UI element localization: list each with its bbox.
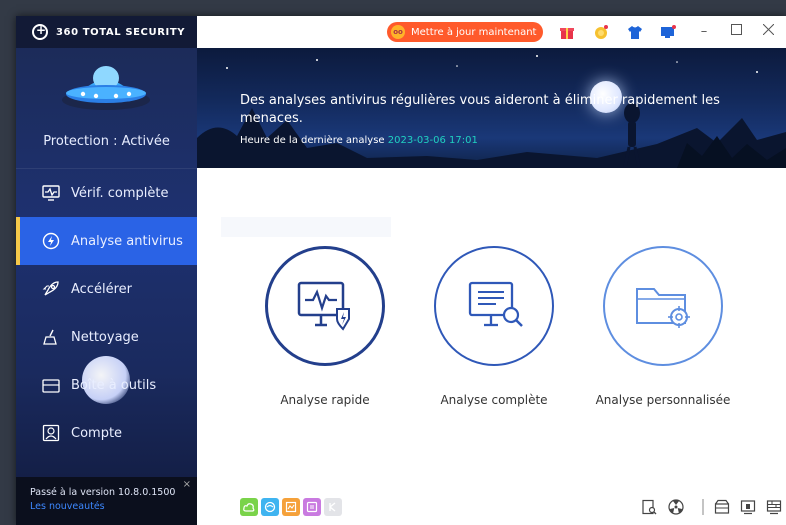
banner-message: Des analyses antivirus régulières vous a…: [240, 93, 720, 126]
custom-scan-button[interactable]: [603, 246, 723, 366]
faded-placeholder: [221, 217, 391, 237]
update-badge-icon: oo: [391, 25, 405, 39]
monitor-pulse-icon: [41, 183, 61, 203]
full-scan-icon: [468, 281, 523, 327]
scan-options-panel: Analyse rapide Analyse complète Analyse …: [197, 168, 786, 525]
maximize-button[interactable]: [727, 23, 745, 41]
nav-item-full-check[interactable]: Vérif. complète: [16, 169, 197, 217]
full-scan-label: Analyse complète: [440, 393, 548, 407]
update-now-label: Mettre à jour maintenant: [411, 26, 537, 38]
nav-label: Nettoyage: [71, 329, 139, 345]
rocket-icon: [41, 279, 61, 299]
quarantine-icon[interactable]: [713, 498, 731, 516]
last-scan-label: Heure de la dernière analyse: [240, 135, 385, 146]
app-window: 360 TOTAL SECURITY Protection : Activée …: [16, 16, 786, 525]
protection-status: Protection : Activée: [43, 134, 170, 149]
version-text: Passé à la version 10.8.0.1500: [30, 487, 176, 498]
nav-label: Accélérer: [71, 281, 132, 297]
brand-logo-icon: [32, 23, 48, 40]
desktop-background: 360 TOTAL SECURITY Protection : Activée …: [0, 0, 786, 525]
broom-icon: [41, 327, 61, 347]
ufo-icon: [62, 66, 150, 110]
brand-bar: 360 TOTAL SECURITY: [16, 16, 197, 48]
update-now-button[interactable]: oo Mettre à jour maintenant: [387, 22, 543, 42]
shield-scan-icon: [41, 231, 61, 251]
feedback-icon[interactable]: [660, 24, 676, 40]
nav-label: Vérif. complète: [71, 185, 169, 201]
nav-label: Compte: [71, 425, 123, 441]
nav-label: Analyse antivirus: [71, 233, 183, 249]
system-repair-engine-icon[interactable]: [282, 498, 300, 516]
nav-item-toolbox[interactable]: Boîte à outils: [16, 361, 197, 409]
nav-item-antivirus-scan[interactable]: Analyse antivirus: [16, 217, 197, 265]
quick-scan-button[interactable]: [265, 246, 385, 366]
account-icon: [41, 423, 61, 443]
trust-zone-icon[interactable]: [739, 498, 757, 516]
nav-item-cleanup[interactable]: Nettoyage: [16, 313, 197, 361]
brand-name: 360 TOTAL SECURITY: [56, 26, 186, 38]
last-scan-info: Heure de la dernière analyse 2023-03-06 …: [240, 135, 478, 146]
toolbox-icon: [41, 375, 61, 395]
update-notice: Passé à la version 10.8.0.1500 Les nouve…: [16, 477, 197, 525]
quick-scan-label: Analyse rapide: [280, 393, 370, 407]
title-bar: oo Mettre à jour maintenant –: [197, 16, 786, 48]
cloud-engine-icon[interactable]: [240, 498, 258, 516]
firewall-icon[interactable]: [765, 498, 783, 516]
whats-new-link[interactable]: Les nouveautés: [30, 501, 183, 512]
gift-icon[interactable]: [559, 24, 575, 40]
full-scan-button[interactable]: [434, 246, 554, 366]
custom-scan-icon: [636, 288, 690, 328]
minimize-button[interactable]: –: [695, 23, 713, 41]
close-icon[interactable]: ×: [183, 479, 191, 490]
medal-icon[interactable]: [593, 24, 609, 40]
custom-scan-label: Analyse personnalisée: [595, 393, 731, 407]
last-scan-time: 2023-03-06 17:01: [387, 135, 478, 146]
tshirt-icon[interactable]: [627, 24, 643, 40]
avira-engine-icon[interactable]: [303, 498, 321, 516]
scan-log-icon[interactable]: [640, 498, 658, 516]
nav-item-speedup[interactable]: Accélérer: [16, 265, 197, 313]
radiation-icon[interactable]: [667, 498, 685, 516]
bitdefender-engine-icon[interactable]: [324, 498, 342, 516]
toolbar-divider: [694, 498, 712, 516]
quick-scan-icon: [297, 281, 350, 331]
nav-item-account[interactable]: Compte: [16, 409, 197, 457]
qvm-engine-icon[interactable]: [261, 498, 279, 516]
nav-label: Boîte à outils: [71, 377, 157, 393]
sidebar: 360 TOTAL SECURITY Protection : Activée …: [16, 16, 197, 525]
close-window-button[interactable]: [759, 23, 777, 41]
scan-banner: Des analyses antivirus régulières vous a…: [197, 48, 786, 168]
